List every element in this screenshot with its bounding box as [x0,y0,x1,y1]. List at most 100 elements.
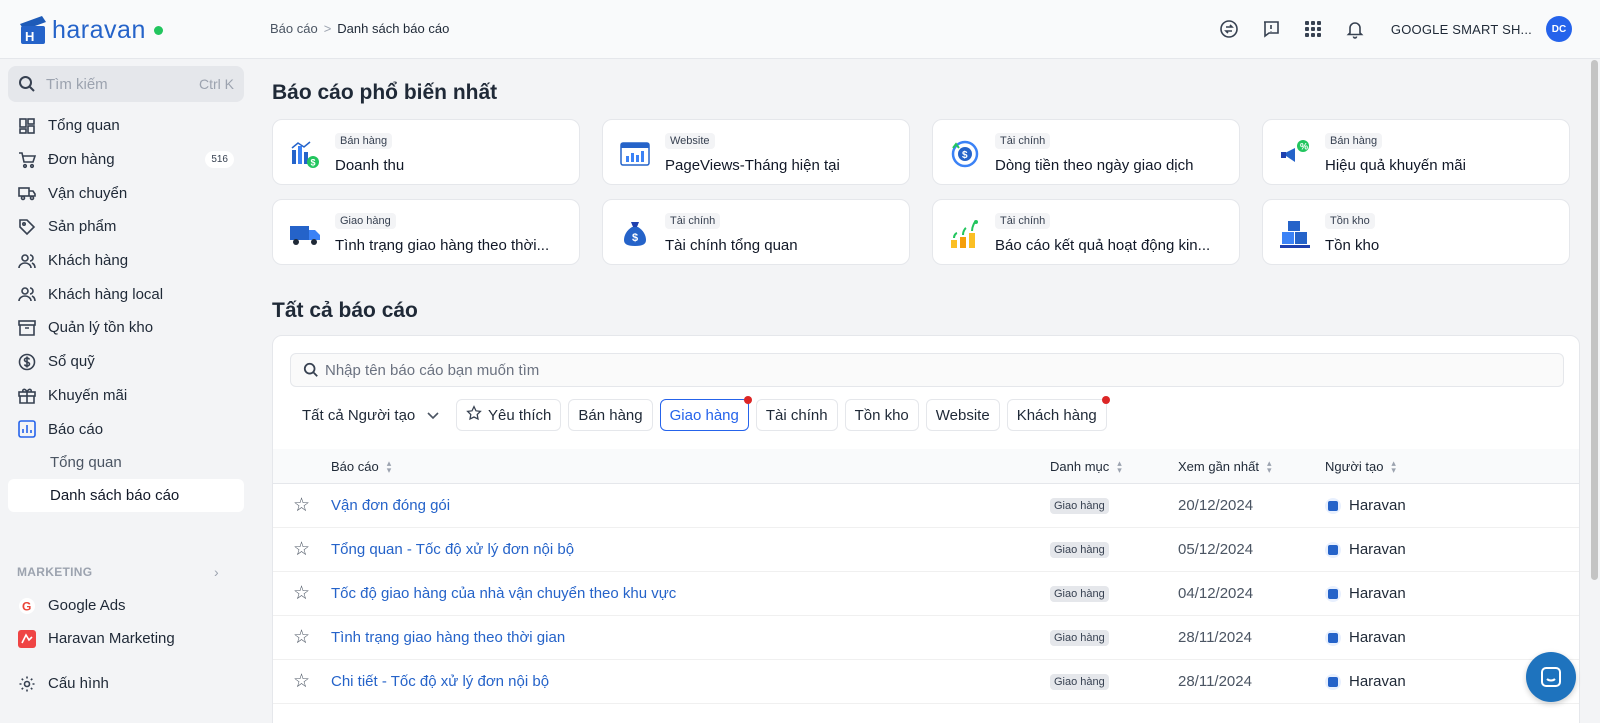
filter-chip-customers[interactable]: Khách hàng [1006,396,1110,431]
column-header-report[interactable]: Báo cáo ▴ ▾ [331,458,391,474]
sidebar-item-label: Haravan Marketing [48,630,175,647]
sidebar-item-cashbook[interactable]: Sổ quỹ [8,345,244,379]
report-name-link[interactable]: Tốc độ giao hàng của nhà vận chuyển theo… [331,585,676,602]
category-tag: Giao hàng [1050,542,1109,558]
table-row: ☆ Vận đơn đóng gói Giao hàng 20/12/2024 … [273,484,1579,528]
report-card-delivery-status[interactable]: Giao hàng Tình trạng giao hàng theo thời… [272,199,580,265]
last-viewed-date: 28/11/2024 [1178,673,1252,690]
marketing-section-label[interactable]: MARKETING [17,565,92,579]
tag-icon [18,218,36,236]
creator-filter-dropdown[interactable]: Tất cả Người tạo [290,407,440,424]
filter-chip-favorites[interactable]: Yêu thích [456,399,562,431]
filter-chip-sales[interactable]: Bán hàng [568,399,653,431]
page-scrollbar[interactable] [1591,60,1598,580]
orders-count-badge: 516 [205,151,234,169]
report-card-inventory[interactable]: Tồn kho Tồn kho [1262,199,1570,265]
filter-chip-inventory[interactable]: Tồn kho [844,399,919,431]
chip-label: Tồn kho [854,406,909,424]
avatar[interactable]: DC [1546,16,1572,42]
report-name-link[interactable]: Tình trạng giao hàng theo thời gian [331,629,565,646]
haravan-logo[interactable]: H haravan [16,14,163,46]
search-shortcut: Ctrl K [199,76,234,92]
chat-support-button[interactable] [1526,652,1576,702]
report-card-business-results[interactable]: Tài chính Báo cáo kết quả hoạt động kin.… [932,199,1240,265]
report-card-pageviews[interactable]: Website PageViews-Tháng hiện tại [602,119,910,185]
feedback-icon[interactable] [1259,17,1283,41]
promotion-icon: % [1281,140,1309,162]
chip-label: Tài chính [765,406,828,424]
sidebar-item-local-customers[interactable]: Khách hàng local [8,277,244,311]
svg-text:$: $ [962,150,968,161]
report-name-link[interactable]: Tổng quan - Tốc độ xử lý đơn nội bộ [331,541,574,558]
table-header: Báo cáo ▴ ▾ Danh mục ▴ ▾ Xem gần nhất ▴ ▾ N… [273,449,1579,484]
favorite-star-icon[interactable]: ☆ [293,494,310,517]
svg-text:G: G [22,599,31,613]
report-card-promotion[interactable]: % Bán hàng Hiệu quả khuyến mãi [1262,119,1570,185]
creator-cell: Haravan [1325,629,1406,646]
notification-dot [1101,396,1110,404]
shop-name[interactable]: GOOGLE SMART SH... [1391,22,1532,37]
breadcrumb-parent[interactable]: Báo cáo [270,21,318,36]
report-name-link[interactable]: Chi tiết - Tốc độ xử lý đơn nội bộ [331,673,549,690]
sidebar-item-google-ads[interactable]: G Google Ads [8,589,244,622]
category-tag: Giao hàng [1050,498,1109,514]
sidebar-item-settings[interactable]: Cấu hình [8,667,244,700]
sidebar-item-orders[interactable]: Đơn hàng 516 [8,143,244,177]
report-card-cashflow[interactable]: $ Tài chính Dòng tiền theo ngày giao dịc… [932,119,1240,185]
sidebar-item-label: Cấu hình [48,675,109,692]
svg-text:$: $ [632,232,638,244]
sidebar-subitem-reports-overview[interactable]: Tổng quan [8,446,244,479]
report-name-link[interactable]: Vận đơn đóng gói [331,497,450,514]
column-header-last-viewed[interactable]: Xem gần nhất ▴ ▾ [1178,458,1271,474]
apps-grid-icon[interactable] [1301,17,1325,41]
creator-cell: Haravan [1325,673,1406,690]
google-icon: G [18,597,36,615]
sidebar-subitem-report-list[interactable]: Danh sách báo cáo [8,478,244,512]
last-viewed-date: 28/11/2024 [1178,629,1252,646]
sidebar-search[interactable]: Tìm kiếm Ctrl K [8,66,244,102]
filter-chip-finance[interactable]: Tài chính [755,399,838,431]
favorite-star-icon[interactable]: ☆ [293,626,310,649]
sidebar-item-label: Tổng quan [48,117,120,135]
card-title: Tình trạng giao hàng theo thời... [335,237,550,254]
column-header-creator[interactable]: Người tạo ▴ ▾ [1325,458,1396,474]
cart-icon [18,151,36,169]
filter-chip-website[interactable]: Website [925,399,1000,431]
sidebar-item-haravan-marketing[interactable]: Haravan Marketing [8,622,244,655]
report-search-input[interactable]: Nhập tên báo cáo bạn muốn tìm [290,353,1564,387]
haravan-avatar-icon [1325,673,1341,690]
chat-icon [1541,667,1561,687]
column-label: Danh mục [1050,459,1110,474]
report-card-revenue[interactable]: $ Bán hàng Doanh thu [272,119,580,185]
chevron-right-icon[interactable]: › [214,564,219,580]
creator-name: Haravan [1349,585,1406,602]
card-title: Dòng tiền theo ngày giao dịch [995,157,1194,174]
favorite-star-icon[interactable]: ☆ [293,670,310,693]
sidebar-item-label: Vận chuyển [48,184,128,202]
sidebar-item-overview[interactable]: Tổng quan [8,109,244,143]
favorite-star-icon[interactable]: ☆ [293,538,310,561]
archive-icon [18,319,36,337]
exchange-icon[interactable] [1217,17,1241,41]
sidebar-item-customers[interactable]: Khách hàng [8,244,244,278]
report-card-finance-overview[interactable]: $ Tài chính Tài chính tổng quan [602,199,910,265]
haravan-avatar-icon [1325,629,1341,646]
column-header-category[interactable]: Danh mục ▴ ▾ [1050,457,1122,475]
favorite-star-icon[interactable]: ☆ [293,582,310,605]
card-title: PageViews-Tháng hiện tại [665,157,840,174]
star-icon [466,405,482,425]
sidebar-item-promotions[interactable]: Khuyến mãi [8,379,244,413]
report-filters: Tất cả Người tạo Yêu thích Bán hàng Giao… [290,396,1114,432]
card-category-tag: Bán hàng [335,133,393,149]
notification-bell-icon[interactable] [1343,17,1367,41]
sidebar-item-products[interactable]: Sản phẩm [8,210,244,244]
sidebar-item-reports[interactable]: Báo cáo [8,412,244,446]
sidebar-item-inventory[interactable]: Quản lý tồn kho [8,311,244,345]
creator-cell: Haravan [1325,585,1406,602]
inventory-boxes-icon [1280,221,1310,248]
card-title: Doanh thu [335,157,405,174]
card-category-tag: Tài chính [995,133,1051,149]
filter-chip-delivery[interactable]: Giao hàng [659,396,752,431]
sort-icon: ▴ ▾ [1117,457,1122,475]
sidebar-item-shipping[interactable]: Vận chuyển [8,176,244,210]
